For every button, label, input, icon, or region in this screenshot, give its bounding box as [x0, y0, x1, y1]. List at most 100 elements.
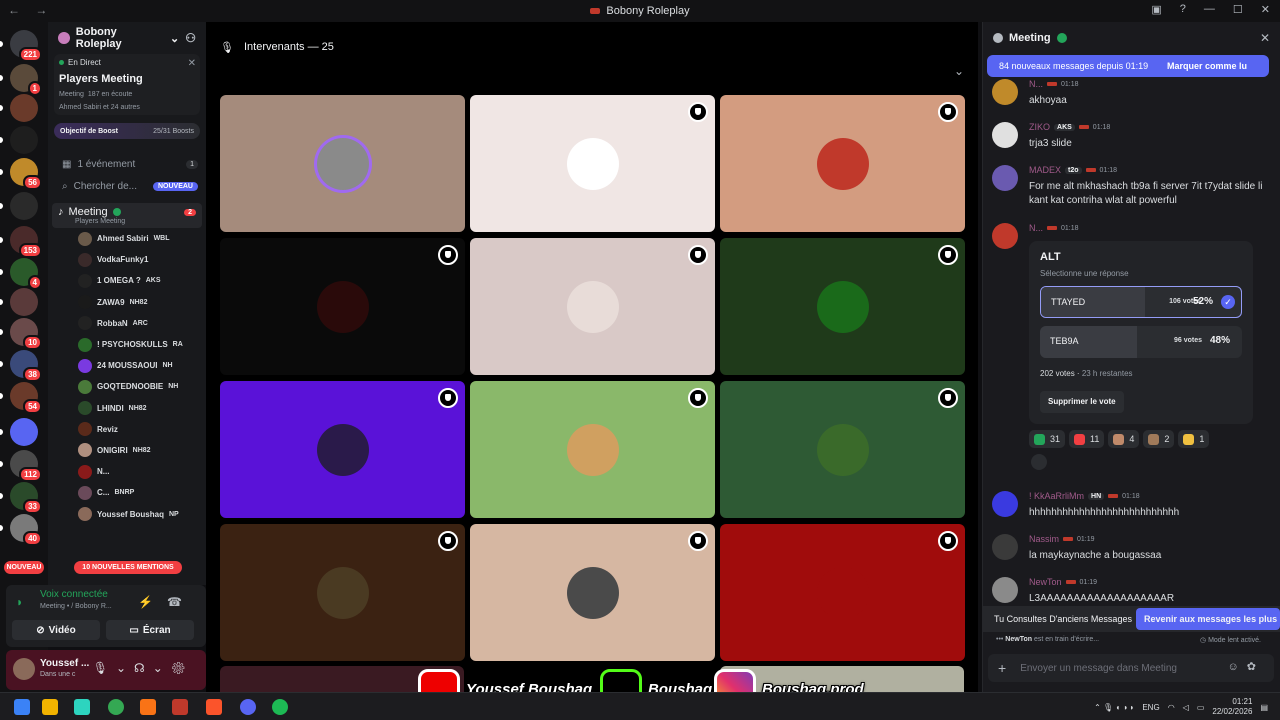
maximize-button[interactable]: ☐: [1233, 3, 1243, 16]
speaker-tile[interactable]: [470, 238, 715, 375]
server-icon[interactable]: 33: [10, 482, 42, 514]
message-input[interactable]: Envoyer un message dans Meeting: [1020, 663, 1177, 674]
volume-icon[interactable]: ◁: [1183, 703, 1189, 712]
file-explorer-icon[interactable]: [42, 699, 58, 715]
avatar[interactable]: [992, 165, 1018, 191]
speaker-tile[interactable]: [220, 238, 465, 375]
reaction[interactable]: 11: [1069, 430, 1105, 448]
reaction[interactable]: 2: [1143, 430, 1175, 448]
voice-user[interactable]: 1 OMEGA ? AKS: [48, 270, 206, 291]
avatar[interactable]: [992, 223, 1018, 249]
speaker-tile[interactable]: [720, 524, 965, 661]
server-icon[interactable]: [10, 94, 38, 122]
server-icon[interactable]: [10, 418, 38, 446]
clock[interactable]: 01:21 22/02/2026: [1212, 697, 1252, 717]
jump-to-present-button[interactable]: Revenir aux messages les plus réc: [1136, 608, 1280, 630]
server-icon[interactable]: 54: [10, 382, 42, 414]
server-icon[interactable]: 112: [10, 450, 42, 482]
speaker-tile[interactable]: [470, 381, 715, 518]
voice-user[interactable]: Ahmed Sabiri WBL: [48, 228, 206, 249]
voice-user[interactable]: RobbaN ARC: [48, 313, 206, 334]
poll-option[interactable]: TTAYED 106 votes 52% ✓: [1040, 286, 1242, 318]
message-author[interactable]: Nassim: [1029, 534, 1059, 544]
close-icon[interactable]: ✕: [188, 58, 196, 69]
adobe-icon[interactable]: [172, 699, 188, 715]
message-author[interactable]: NewTon: [1029, 577, 1062, 587]
app-icon[interactable]: [74, 699, 90, 715]
server-icon[interactable]: 4: [10, 258, 42, 290]
avatar[interactable]: [992, 534, 1018, 560]
message-author[interactable]: N...: [1029, 223, 1043, 233]
server-icon[interactable]: 40: [10, 514, 42, 546]
reaction[interactable]: 1: [1178, 430, 1210, 448]
add-reaction-icon[interactable]: [1031, 454, 1047, 470]
speaker-tile[interactable]: [470, 524, 715, 661]
speaker-tile[interactable]: [720, 238, 965, 375]
close-window-button[interactable]: ✕: [1261, 3, 1270, 16]
poll-option[interactable]: TEB9A 96 votes 48%: [1040, 326, 1242, 358]
speaker-tile[interactable]: [720, 381, 965, 518]
avatar[interactable]: [992, 122, 1018, 148]
voice-user[interactable]: C... BNRP: [48, 482, 206, 503]
voice-user[interactable]: 24 MOUSSAOUI NH: [48, 355, 206, 376]
live-event-card[interactable]: En Direct Players Meeting Meeting 187 en…: [54, 54, 200, 115]
tray-icons[interactable]: ⌃ 🎙 ◖ ◑ ◗: [1094, 703, 1134, 712]
add-member-icon[interactable]: ⚇: [185, 31, 196, 45]
voice-user[interactable]: ZAWA9 NH82: [48, 292, 206, 313]
discord-icon[interactable]: [240, 699, 256, 715]
voice-user[interactable]: ONIGIRI NH82: [48, 440, 206, 461]
reaction[interactable]: 31: [1029, 430, 1066, 448]
close-icon[interactable]: ✕: [1260, 31, 1270, 45]
message-author[interactable]: N...: [1029, 79, 1043, 89]
vlc-icon[interactable]: [140, 699, 156, 715]
search-row[interactable]: ⌕ Chercher de... NOUVEAU: [48, 175, 206, 197]
voice-channel-meeting[interactable]: ♪ Meeting 2 Players Meeting: [52, 203, 202, 228]
nav-arrows[interactable]: ← →: [8, 3, 53, 17]
avatar[interactable]: [992, 577, 1018, 603]
remove-vote-button[interactable]: Supprimer le vote: [1040, 391, 1124, 413]
server-icon[interactable]: [10, 288, 38, 316]
message-author[interactable]: ZIKO: [1029, 122, 1050, 132]
voice-user[interactable]: Reviz: [48, 419, 206, 440]
wifi-icon[interactable]: ◠: [1168, 703, 1175, 712]
server-icon[interactable]: 221: [10, 30, 42, 62]
notification-icon[interactable]: ▤: [1260, 703, 1268, 712]
screen-share-button[interactable]: ▭ Écran: [106, 620, 194, 640]
message-composer[interactable]: + Envoyer un message dans Meeting ☺✿: [988, 654, 1274, 682]
server-icon[interactable]: 38: [10, 350, 42, 382]
user-controls-icons[interactable]: 🎙⌄☊⌄⚙: [93, 661, 194, 675]
composer-icons[interactable]: ☺✿: [1228, 660, 1264, 673]
voice-user[interactable]: LHINDI NH82: [48, 398, 206, 419]
server-icon[interactable]: 1: [10, 64, 42, 96]
server-icon[interactable]: [10, 126, 38, 154]
new-messages-bar[interactable]: 84 nouveaux messages depuis 01:19 Marque…: [987, 55, 1269, 77]
chrome-icon[interactable]: [108, 699, 124, 715]
minimize-button[interactable]: —: [1204, 3, 1215, 16]
inbox-icon[interactable]: ▣: [1151, 3, 1161, 16]
message-author[interactable]: MADEX: [1029, 165, 1061, 175]
disconnect-icons[interactable]: ⚡☎: [138, 595, 196, 609]
brave-icon[interactable]: [206, 699, 222, 715]
battery-icon[interactable]: ▭: [1197, 703, 1205, 712]
boost-goal[interactable]: Objectif de Boost 25/31 Boosts: [54, 123, 200, 139]
avatar[interactable]: [992, 491, 1018, 517]
voice-user[interactable]: Youssef Boushaq NP: [48, 503, 206, 524]
video-button[interactable]: ⊘ Vidéo: [12, 620, 100, 640]
events-row[interactable]: ▦ 1 événement 1: [48, 153, 206, 175]
speaker-tile[interactable]: [720, 95, 965, 232]
avatar[interactable]: [992, 79, 1018, 105]
voice-user[interactable]: VodkaFunky1: [48, 249, 206, 270]
mark-read-button[interactable]: Marquer comme lu: [1167, 61, 1269, 71]
voice-user[interactable]: GOQTEDNOOBIE NH: [48, 376, 206, 397]
start-icon[interactable]: [14, 699, 30, 715]
reaction[interactable]: 4: [1108, 430, 1140, 448]
server-icon[interactable]: 10: [10, 318, 42, 350]
server-icon[interactable]: 56: [10, 158, 42, 190]
speaker-tile[interactable]: [220, 95, 465, 232]
avatar[interactable]: [13, 658, 35, 680]
speaker-tile[interactable]: [220, 381, 465, 518]
language-indicator[interactable]: ENG: [1142, 703, 1159, 712]
server-icon[interactable]: 153: [10, 226, 42, 258]
plus-icon[interactable]: +: [998, 660, 1006, 676]
server-icon[interactable]: [10, 192, 38, 220]
